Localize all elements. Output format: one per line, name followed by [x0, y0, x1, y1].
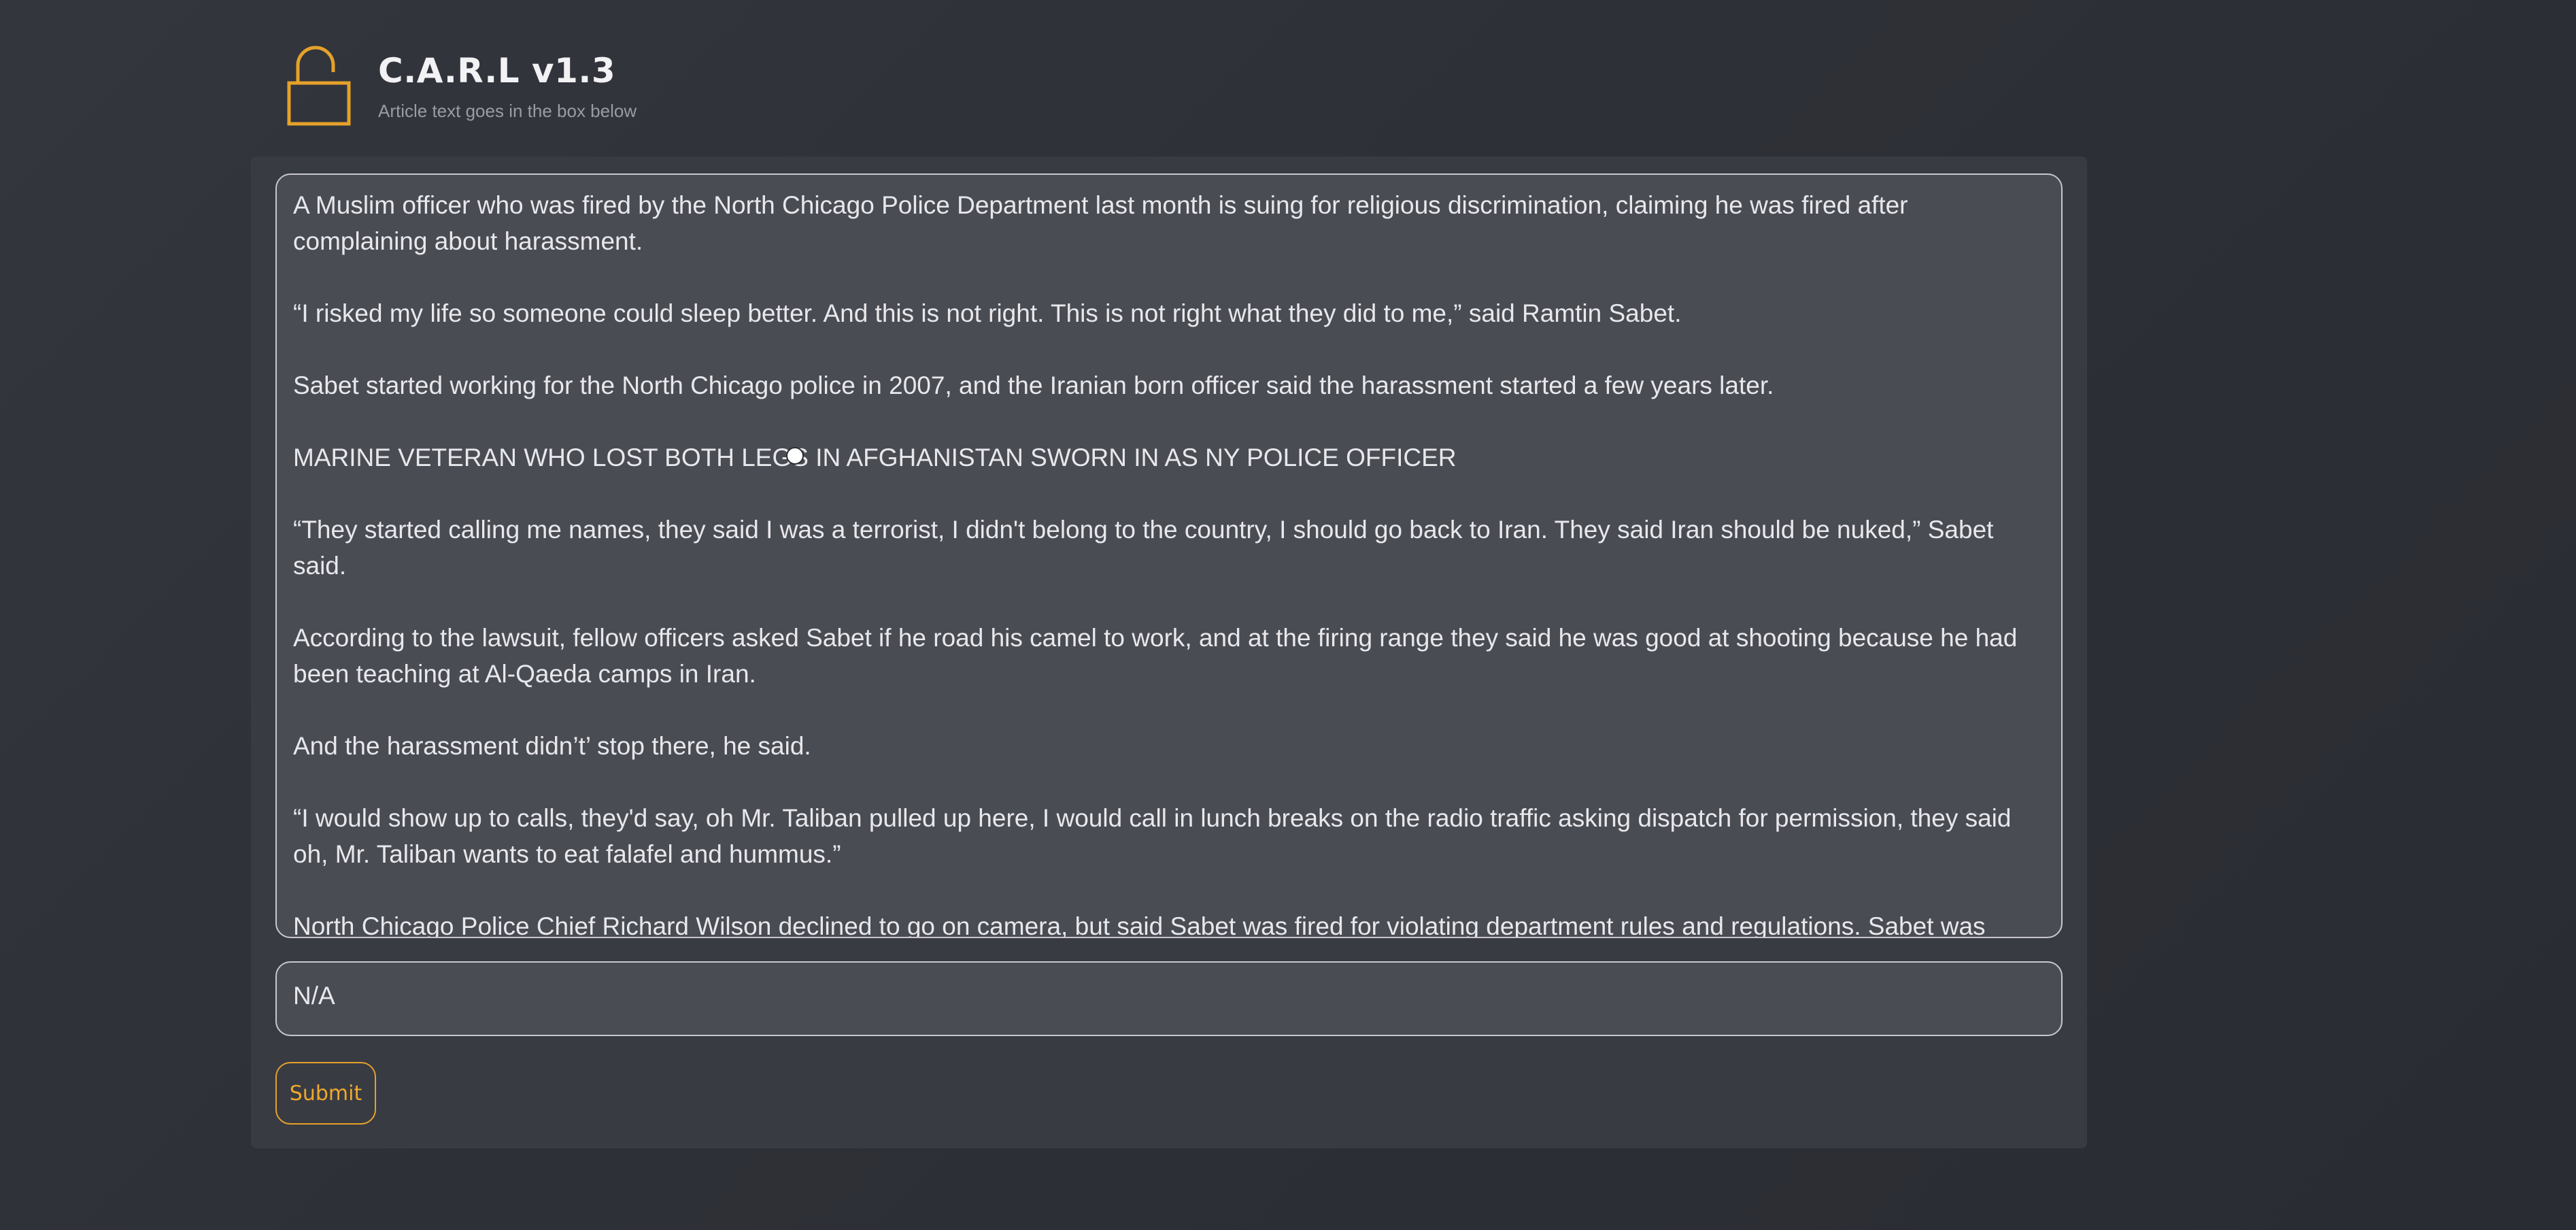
article-paragraph: And the harassment didn’t’ stop there, h… [293, 732, 811, 760]
article-paragraph: “I would show up to calls, they'd say, o… [293, 804, 2012, 868]
article-textarea[interactable]: A Muslim officer who was fired by the No… [275, 173, 2063, 938]
article-paragraph: “They started calling me names, they sai… [293, 516, 1994, 580]
app-header: C.A.R.L v1.3 Article text goes in the bo… [286, 39, 637, 128]
app-subtitle: Article text goes in the box below [378, 101, 637, 121]
mouse-cursor [786, 447, 804, 465]
article-paragraph: Sabet started working for the North Chic… [293, 371, 1774, 399]
app-title: C.A.R.L v1.3 [378, 51, 616, 90]
article-paragraph: MARINE VETERAN WHO LOST BOTH LEGS IN AFG… [293, 444, 1457, 471]
submit-button[interactable]: Submit [275, 1062, 376, 1125]
result-field[interactable]: N/A [275, 961, 2063, 1036]
article-paragraph: “I risked my life so someone could sleep… [293, 299, 1682, 327]
article-paragraph: According to the lawsuit, fellow officer… [293, 624, 2018, 688]
article-text: A Muslim officer who was fired by the No… [293, 187, 2048, 938]
unlocked-padlock-icon [287, 46, 351, 126]
result-value: N/A [293, 982, 335, 1010]
title-block: C.A.R.L v1.3 Article text goes in the bo… [378, 49, 637, 122]
article-paragraph: North Chicago Police Chief Richard Wilso… [293, 912, 1986, 938]
main-panel: A Muslim officer who was fired by the No… [251, 156, 2087, 1148]
article-paragraph: A Muslim officer who was fired by the No… [293, 191, 1908, 255]
